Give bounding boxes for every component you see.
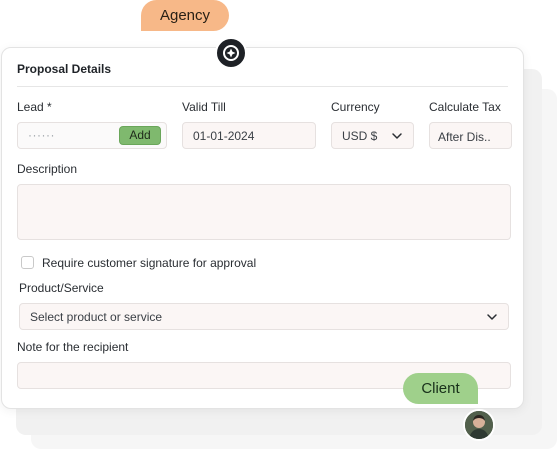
valid-till-input[interactable]: 01-01-2024 <box>182 122 316 149</box>
calculate-tax-select[interactable]: After Dis.. <box>429 122 512 149</box>
lead-label: Lead * <box>17 100 52 114</box>
agency-logo-icon <box>215 37 247 69</box>
description-label: Description <box>17 162 78 176</box>
lead-value: ······ <box>28 128 55 142</box>
client-badge: Client <box>403 373 478 404</box>
currency-value: USD $ <box>342 129 378 143</box>
currency-select[interactable]: USD $ <box>331 122 414 149</box>
note-label: Note for the recipient <box>17 340 129 354</box>
calculate-tax-label: Calculate Tax <box>429 100 501 114</box>
card-title: Proposal Details <box>17 62 112 76</box>
client-avatar <box>463 409 495 441</box>
calculate-tax-value: After Dis.. <box>438 130 491 144</box>
valid-till-value: 01-01-2024 <box>193 129 255 143</box>
agency-badge: Agency <box>141 0 229 31</box>
card-divider <box>17 86 508 87</box>
valid-till-label: Valid Till <box>182 100 226 114</box>
currency-label: Currency <box>331 100 380 114</box>
proposal-details-card: Proposal Details Lead * ······ Add Valid… <box>1 47 524 409</box>
product-service-select[interactable]: Select product or service <box>19 303 509 330</box>
description-textarea[interactable] <box>17 184 511 240</box>
chevron-down-icon <box>486 311 498 326</box>
lead-input[interactable]: ······ Add <box>17 122 167 149</box>
signature-label: Require customer signature for approval <box>42 256 257 270</box>
product-service-placeholder: Select product or service <box>30 310 163 324</box>
add-lead-button[interactable]: Add <box>119 126 161 145</box>
chevron-down-icon <box>391 130 403 145</box>
product-service-label: Product/Service <box>19 281 104 295</box>
signature-checkbox[interactable] <box>21 256 34 269</box>
proposal-illustration: Proposal Details Lead * ······ Add Valid… <box>0 0 557 449</box>
